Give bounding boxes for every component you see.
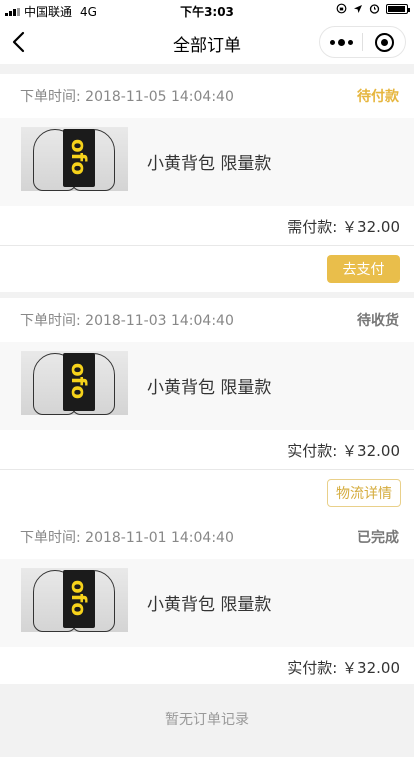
mini-program-capsule — [319, 26, 406, 58]
order-header: 下单时间: 2018-11-03 14:04:40 待收货 — [0, 298, 414, 342]
order-amount: 需付款: ￥32.00 — [287, 218, 400, 236]
order-time: 下单时间: 2018-11-01 14:04:40 — [20, 530, 234, 546]
order-status: 已完成 — [357, 530, 399, 546]
ofo-logo: ofo — [67, 138, 91, 176]
order-actions: 物流详情 — [0, 470, 414, 516]
product-image: ofo — [21, 568, 128, 632]
order-actions: 去支付 — [0, 246, 414, 292]
product-name: 小黄背包 限量款 — [147, 154, 272, 174]
order-item[interactable]: ofo 小黄背包 限量款 — [0, 559, 414, 647]
order-time: 下单时间: 2018-11-05 14:04:40 — [20, 89, 234, 105]
order-time: 下单时间: 2018-11-03 14:04:40 — [20, 313, 234, 329]
more-dots-icon[interactable] — [320, 27, 362, 57]
order-card[interactable]: 下单时间: 2018-11-03 14:04:40 待收货 ofo 小黄背包 限… — [0, 298, 414, 516]
status-bar: 中国联通 4G 下午3:03 — [0, 0, 414, 20]
order-amount-row: 实付款: ￥32.00 — [0, 430, 414, 470]
location-arrow-icon — [354, 4, 362, 13]
status-right — [336, 3, 410, 14]
order-amount-row: 需付款: ￥32.00 — [0, 206, 414, 246]
logistics-details-button[interactable]: 物流详情 — [327, 479, 401, 507]
ofo-logo: ofo — [67, 362, 91, 400]
order-amount: 实付款: ￥32.00 — [287, 659, 400, 677]
order-amount-row: 实付款: ￥32.00 — [0, 647, 414, 687]
ofo-logo: ofo — [67, 579, 91, 617]
target-close-icon[interactable] — [363, 27, 405, 57]
nav-bar: 全部订单 — [0, 20, 414, 64]
product-image: ofo — [21, 127, 128, 191]
order-header: 下单时间: 2018-11-05 14:04:40 待付款 — [0, 74, 414, 118]
order-status: 待付款 — [357, 89, 399, 105]
alarm-icon — [369, 4, 380, 14]
pay-button[interactable]: 去支付 — [327, 255, 400, 283]
order-item[interactable]: ofo 小黄背包 限量款 — [0, 118, 414, 206]
empty-tip: 暂无订单记录 — [0, 684, 414, 757]
battery-icon — [386, 3, 410, 14]
product-name: 小黄背包 限量款 — [147, 595, 272, 615]
order-item[interactable]: ofo 小黄背包 限量款 — [0, 342, 414, 430]
product-name: 小黄背包 限量款 — [147, 378, 272, 398]
product-image: ofo — [21, 351, 128, 415]
order-status: 待收货 — [357, 313, 399, 329]
rotation-lock-icon — [336, 3, 347, 14]
order-card[interactable]: 下单时间: 2018-11-05 14:04:40 待付款 ofo 小黄背包 限… — [0, 74, 414, 292]
order-amount: 实付款: ￥32.00 — [287, 442, 400, 460]
order-card[interactable]: 下单时间: 2018-11-01 14:04:40 已完成 ofo 小黄背包 限… — [0, 515, 414, 687]
order-header: 下单时间: 2018-11-01 14:04:40 已完成 — [0, 515, 414, 559]
